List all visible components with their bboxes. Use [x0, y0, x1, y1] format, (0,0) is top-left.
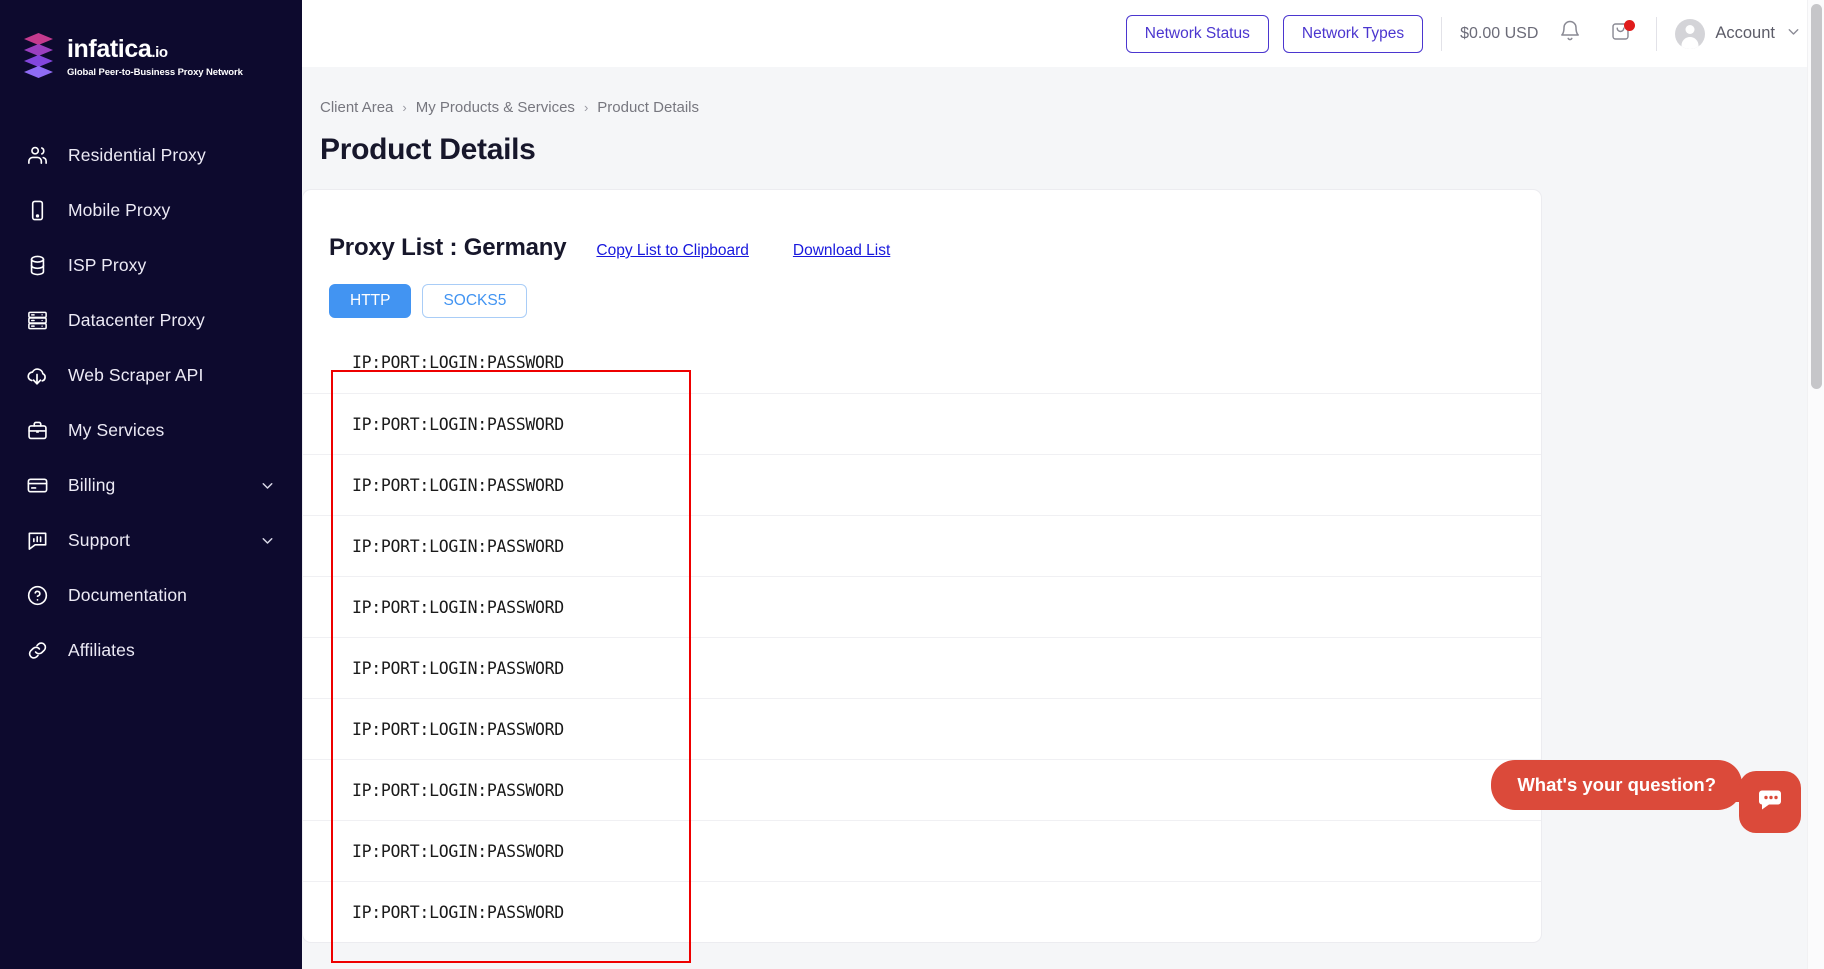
sidebar-item-support[interactable]: Support — [0, 513, 302, 568]
sidebar-nav: Residential Proxy Mobile Proxy ISP Proxy… — [0, 128, 302, 678]
breadcrumb-separator: › — [402, 100, 407, 115]
chat-dots-icon — [1754, 784, 1786, 821]
briefcase-icon — [22, 416, 52, 446]
database-icon — [22, 251, 52, 281]
page-title: Product Details — [320, 133, 536, 166]
proxy-entry-text: IP:PORT:LOGIN:PASSWORD — [352, 780, 564, 800]
proxy-entry-text: IP:PORT:LOGIN:PASSWORD — [352, 597, 564, 617]
sidebar-item-label: Affiliates — [68, 640, 135, 660]
sidebar-item-mobile-proxy[interactable]: Mobile Proxy — [0, 183, 302, 238]
link-chain-icon — [22, 636, 52, 666]
account-label: Account — [1715, 24, 1775, 42]
brand-logo[interactable]: infatica.io Global Peer-to-Business Prox… — [0, 0, 302, 80]
proxy-entry-text: IP:PORT:LOGIN:PASSWORD — [352, 536, 564, 556]
page-scrollbar-thumb[interactable] — [1811, 4, 1822, 389]
copy-list-to-clipboard-link[interactable]: Copy List to Clipboard — [596, 242, 749, 260]
list-item[interactable]: IP:PORT:LOGIN:PASSWORD — [303, 759, 1541, 820]
sidebar-item-web-scraper-api[interactable]: Web Scraper API — [0, 348, 302, 403]
breadcrumb: Client Area › My Products & Services › P… — [302, 67, 1824, 116]
protocol-tabs: HTTP SOCKS5 — [303, 262, 1541, 318]
sidebar-item-label: My Services — [68, 420, 165, 440]
notifications-button[interactable] — [1552, 16, 1588, 52]
page-root: infatica.io Global Peer-to-Business Prox… — [0, 0, 1824, 969]
breadcrumb-item-client-area[interactable]: Client Area — [320, 99, 393, 116]
cloud-download-icon — [22, 361, 52, 391]
sidebar-item-documentation[interactable]: Documentation — [0, 568, 302, 623]
sidebar-item-label: ISP Proxy — [68, 255, 147, 275]
chat-chart-icon — [22, 526, 52, 556]
account-balance: $0.00 USD — [1460, 24, 1539, 42]
sidebar-item-residential-proxy[interactable]: Residential Proxy — [0, 128, 302, 183]
chevron-down-icon[interactable] — [259, 477, 276, 494]
proxy-list-title: Proxy List : Germany — [329, 234, 567, 261]
brand-text: infatica.io Global Peer-to-Business Prox… — [67, 35, 243, 78]
account-menu[interactable]: Account — [1675, 18, 1802, 49]
proxy-entry-text: IP:PORT:LOGIN:PASSWORD — [352, 841, 564, 861]
proxy-entry-text: IP:PORT:LOGIN:PASSWORD — [352, 414, 564, 434]
proxy-entry-text: IP:PORT:LOGIN:PASSWORD — [352, 658, 564, 678]
list-item[interactable]: IP:PORT:LOGIN:PASSWORD — [303, 515, 1541, 576]
proxy-entry-text: IP:PORT:LOGIN:PASSWORD — [352, 475, 564, 495]
brand-tagline: Global Peer-to-Business Proxy Network — [67, 66, 243, 78]
sidebar-item-label: Mobile Proxy — [68, 200, 171, 220]
header-divider — [1441, 16, 1443, 51]
cart-badge — [1624, 19, 1636, 31]
avatar — [1675, 18, 1706, 49]
sidebar-item-affiliates[interactable]: Affiliates — [0, 623, 302, 678]
card-inner: Proxy List : Germany Copy List to Clipbo… — [303, 190, 1541, 942]
proxy-list: IP:PORT:LOGIN:PASSWORD IP:PORT:LOGIN:PAS… — [303, 332, 1541, 942]
proxy-entry-text: IP:PORT:LOGIN:PASSWORD — [352, 353, 564, 372]
header-divider-2 — [1656, 16, 1658, 51]
infatica-logo-icon — [22, 32, 55, 80]
sidebar-item-my-services[interactable]: My Services — [0, 403, 302, 458]
list-item[interactable]: IP:PORT:LOGIN:PASSWORD — [303, 637, 1541, 698]
top-header: Network Status Network Types $0.00 USD A… — [302, 0, 1824, 67]
list-item[interactable]: IP:PORT:LOGIN:PASSWORD — [303, 393, 1541, 454]
card-header: Proxy List : Germany Copy List to Clipbo… — [303, 190, 1541, 262]
brand-name: infatica — [67, 34, 152, 63]
network-status-button[interactable]: Network Status — [1125, 14, 1269, 53]
list-item[interactable]: IP:PORT:LOGIN:PASSWORD — [303, 332, 1541, 393]
bell-icon — [1558, 19, 1582, 48]
product-details-card: Proxy List : Germany Copy List to Clipbo… — [302, 189, 1542, 943]
sidebar-item-datacenter-proxy[interactable]: Datacenter Proxy — [0, 293, 302, 348]
sidebar-item-label: Support — [68, 530, 130, 550]
chevron-down-icon[interactable] — [259, 532, 276, 549]
breadcrumb-item-my-products-services[interactable]: My Products & Services — [416, 99, 575, 116]
sidebar-item-billing[interactable]: Billing — [0, 458, 302, 513]
users-icon — [22, 141, 52, 171]
question-circle-icon — [22, 581, 52, 611]
list-item[interactable]: IP:PORT:LOGIN:PASSWORD — [303, 820, 1541, 881]
sidebar: infatica.io Global Peer-to-Business Prox… — [0, 0, 302, 969]
brand-name-row: infatica.io — [67, 34, 243, 63]
list-item[interactable]: IP:PORT:LOGIN:PASSWORD — [303, 454, 1541, 515]
content-area: Client Area › My Products & Services › P… — [302, 67, 1824, 969]
credit-card-icon — [22, 471, 52, 501]
breadcrumb-item-product-details: Product Details — [597, 99, 699, 116]
chat-prompt-bubble[interactable]: What's your question? — [1491, 760, 1752, 810]
list-item[interactable]: IP:PORT:LOGIN:PASSWORD — [303, 576, 1541, 637]
sidebar-item-label: Datacenter Proxy — [68, 310, 205, 330]
breadcrumb-separator: › — [583, 100, 589, 115]
tab-socks5[interactable]: SOCKS5 — [422, 284, 528, 318]
brand-tld: .io — [151, 43, 168, 61]
network-types-button[interactable]: Network Types — [1282, 14, 1424, 53]
sidebar-item-label: Web Scraper API — [68, 365, 204, 385]
proxy-entry-text: IP:PORT:LOGIN:PASSWORD — [352, 719, 564, 739]
sidebar-item-label: Residential Proxy — [68, 145, 206, 165]
page-scrollbar-track[interactable] — [1807, 0, 1824, 969]
download-list-link[interactable]: Download List — [793, 242, 890, 260]
mobile-phone-icon — [22, 196, 52, 226]
list-item[interactable]: IP:PORT:LOGIN:PASSWORD — [303, 881, 1541, 942]
chevron-down-icon[interactable] — [1785, 23, 1802, 45]
sidebar-item-label: Documentation — [68, 585, 188, 605]
chat-launcher-button[interactable] — [1739, 771, 1801, 833]
tab-http[interactable]: HTTP — [329, 284, 412, 318]
sidebar-item-isp-proxy[interactable]: ISP Proxy — [0, 238, 302, 293]
proxy-entry-text: IP:PORT:LOGIN:PASSWORD — [352, 902, 564, 922]
list-item[interactable]: IP:PORT:LOGIN:PASSWORD — [303, 698, 1541, 759]
cart-button[interactable] — [1602, 16, 1638, 52]
sidebar-item-label: Billing — [68, 475, 116, 495]
server-rack-icon — [22, 306, 52, 336]
